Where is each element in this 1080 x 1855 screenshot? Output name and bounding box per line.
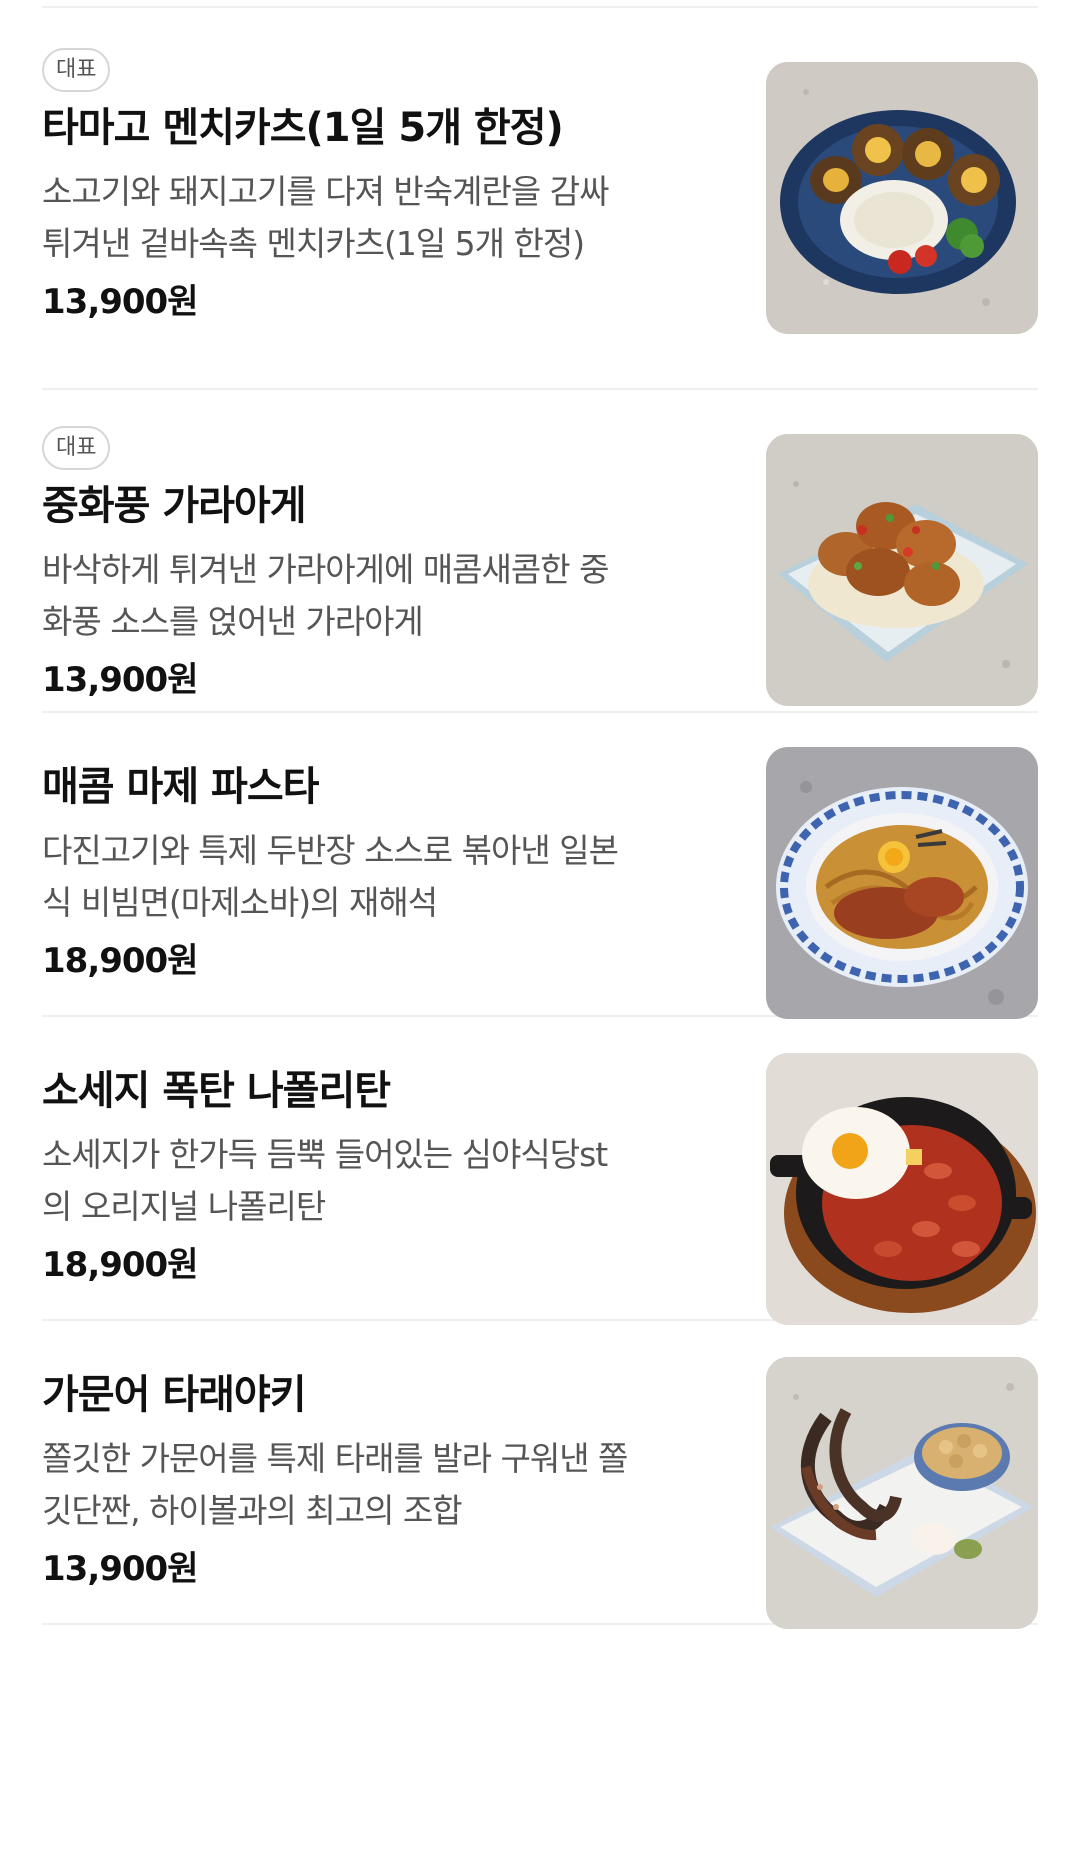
menu-item-description: 소세지가 한가득 듬뿍 들어있는 심야식당st 의 오리지널 나폴리탄 <box>42 1129 722 1233</box>
menu-item-name: 가문어 타래야키 <box>42 1372 307 1418</box>
menu-item-price: 13,900원 <box>42 282 198 322</box>
menu-item-image[interactable] <box>766 434 1038 706</box>
menu-list: 대표 타마고 멘치카츠(1일 5개 한정) 소고기와 돼지고기를 다져 반숙계란… <box>0 8 1080 1629</box>
menu-item-description: 소고기와 돼지고기를 다져 반숙계란을 감싸 튀겨낸 겉바속촉 멘치카츠(1일 … <box>42 166 722 270</box>
menu-item[interactable]: 대표 타마고 멘치카츠(1일 5개 한정) 소고기와 돼지고기를 다져 반숙계란… <box>42 8 1038 390</box>
menu-item-price: 18,900원 <box>42 1245 198 1285</box>
menu-item-name: 매콤 마제 파스타 <box>42 764 319 810</box>
menu-item[interactable]: 대표 중화풍 가라아게 바삭하게 튀겨낸 가라아게에 매콤새콤한 중 화풍 소스… <box>42 390 1038 713</box>
description-line: 화풍 소스를 얹어낸 가라아게 <box>42 602 424 641</box>
menu-item-image[interactable] <box>766 62 1038 334</box>
karaage-photo <box>766 434 1038 706</box>
menu-item-name: 소세지 폭탄 나폴리탄 <box>42 1068 391 1114</box>
menu-item-image[interactable] <box>766 1053 1038 1325</box>
menu-item-text: 대표 중화풍 가라아게 바삭하게 튀겨낸 가라아게에 매콤새콤한 중 화풍 소스… <box>42 426 722 706</box>
signature-badge: 대표 <box>42 48 111 92</box>
description-line: 바삭하게 튀겨낸 가라아게에 매콤새콤한 중 <box>42 550 609 589</box>
menu-item-description: 쫄깃한 가문어를 특제 타래를 발라 구워낸 쫄 깃단짠, 하이볼과의 최고의 … <box>42 1433 722 1537</box>
menu-item[interactable]: 매콤 마제 파스타 다진고기와 특제 두반장 소스로 볶아낸 일본 식 비빔면(… <box>42 713 1038 1019</box>
menu-item-text: 가문어 타래야키 쫄깃한 가문어를 특제 타래를 발라 구워낸 쫄 깃단짠, 하… <box>42 1367 722 1595</box>
description-line: 깃단짠, 하이볼과의 최고의 조합 <box>42 1491 463 1530</box>
maze-pasta-photo <box>766 747 1038 1019</box>
menu-item-description: 바삭하게 튀겨낸 가라아게에 매콤새콤한 중 화풍 소스를 얹어낸 가라아게 <box>42 544 722 648</box>
description-line: 소세지가 한가득 듬뿍 들어있는 심야식당st <box>42 1135 608 1174</box>
menu-item-price: 13,900원 <box>42 1549 198 1589</box>
menu-item-text: 소세지 폭탄 나폴리탄 소세지가 한가득 듬뿍 들어있는 심야식당st 의 오리… <box>42 1063 722 1291</box>
menu-item-image[interactable] <box>766 747 1038 1019</box>
menu-item[interactable]: 소세지 폭탄 나폴리탄 소세지가 한가득 듬뿍 들어있는 심야식당st 의 오리… <box>42 1017 1038 1325</box>
menu-item-name: 중화풍 가라아게 <box>42 483 307 529</box>
menu-item-description: 다진고기와 특제 두반장 소스로 볶아낸 일본 식 비빔면(마제소바)의 재해석 <box>42 825 722 929</box>
menu-item-name: 타마고 멘치카츠(1일 5개 한정) <box>42 105 564 151</box>
menu-item-text: 매콤 마제 파스타 다진고기와 특제 두반장 소스로 볶아낸 일본 식 비빔면(… <box>42 759 722 987</box>
description-line: 쫄깃한 가문어를 특제 타래를 발라 구워낸 쫄 <box>42 1439 628 1478</box>
menchi-katsu-photo <box>766 62 1038 334</box>
grilled-squid-photo <box>766 1357 1038 1629</box>
napolitan-photo <box>766 1053 1038 1325</box>
menu-item-price: 18,900원 <box>42 941 198 981</box>
menu-item-price: 13,900원 <box>42 660 198 700</box>
description-line: 소고기와 돼지고기를 다져 반숙계란을 감싸 <box>42 172 609 211</box>
description-line: 튀겨낸 겉바속촉 멘치카츠(1일 5개 한정) <box>42 224 585 263</box>
description-line: 식 비빔면(마제소바)의 재해석 <box>42 883 438 922</box>
description-line: 의 오리지널 나폴리탄 <box>42 1187 326 1226</box>
signature-badge: 대표 <box>42 426 111 470</box>
description-line: 다진고기와 특제 두반장 소스로 볶아낸 일본 <box>42 831 619 870</box>
menu-item-text: 대표 타마고 멘치카츠(1일 5개 한정) 소고기와 돼지고기를 다져 반숙계란… <box>42 48 722 328</box>
menu-item-image[interactable] <box>766 1357 1038 1629</box>
menu-item[interactable]: 가문어 타래야키 쫄깃한 가문어를 특제 타래를 발라 구워낸 쫄 깃단짠, 하… <box>42 1321 1038 1629</box>
